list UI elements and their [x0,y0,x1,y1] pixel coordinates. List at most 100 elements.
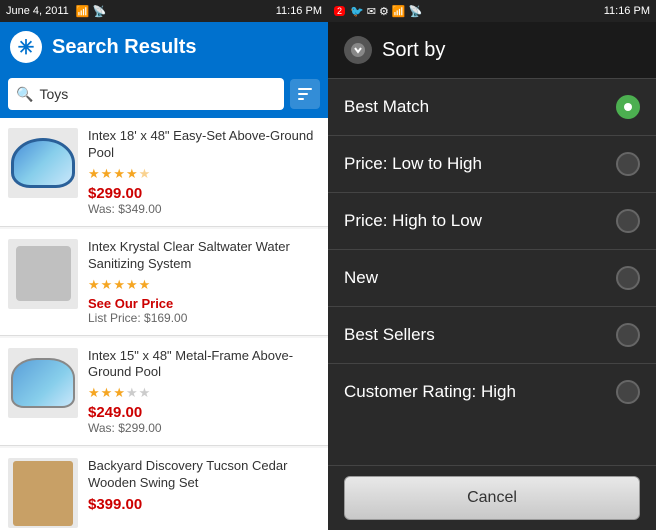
search-input[interactable]: Toys [39,86,68,102]
right-status-bar: 2 🐦 ✉ ⚙ 📶 📡 11:16 PM [328,0,656,22]
swing-image [13,461,73,526]
sort-option-label-customer-rating: Customer Rating: High [344,382,516,402]
twitter-icon: 🐦 [350,5,364,18]
product-name-1: Intex 18' x 48" Easy-Set Above-Ground Po… [88,128,320,162]
product-name-2: Intex Krystal Clear Saltwater Water Sani… [88,239,320,273]
right-time-text: 11:16 PM [604,5,650,17]
left-status-bar: June 4, 2011 📶 📡 11:16 PM [0,0,328,22]
filter-line-3 [298,98,304,100]
wifi-icon: 📡 [93,5,107,18]
list-item[interactable]: Intex 18' x 48" Easy-Set Above-Ground Po… [0,118,328,227]
list-item[interactable]: Intex 15" x 48" Metal-Frame Above-Ground… [0,338,328,447]
sort-options-list: Best Match Price: Low to High Price: Hig… [328,79,656,465]
left-time-text: 11:16 PM [276,5,322,17]
product-stars-2: ★ ★ ★ ★ ★ [88,277,320,293]
mail-icon: ✉ [367,5,376,18]
product-image-1 [8,128,78,198]
product-info-3: Intex 15" x 48" Metal-Frame Above-Ground… [88,348,320,436]
star-1: ★ [88,166,100,182]
left-status-time-area: 11:16 PM [276,5,322,17]
star-5-half: ★ [139,166,151,182]
product-price-1: $299.00 [88,185,320,202]
date-text: June 4, 2011 [6,5,69,17]
sort-option-price-low-high[interactable]: Price: Low to High [328,136,656,193]
star3-2: ★ [101,385,113,401]
right-status-time-area: 11:16 PM [604,5,650,17]
sort-chevron-icon [350,42,366,58]
star2-4: ★ [126,277,138,293]
star3-4: ★ [126,385,138,401]
filter-line-2 [298,93,308,95]
cancel-btn-row: Cancel [328,465,656,530]
product-price-see-2: See Our Price [88,296,320,311]
sort-title: Sort by [382,39,445,62]
left-panel: June 4, 2011 📶 📡 11:16 PM ✳ Search Resul… [0,0,328,530]
star2-1: ★ [88,277,100,293]
star3-1: ★ [88,385,100,401]
filter-button[interactable] [290,79,320,109]
product-image-4 [8,458,78,528]
sort-option-best-sellers[interactable]: Best Sellers [328,307,656,364]
star-3: ★ [113,166,125,182]
product-info-2: Intex Krystal Clear Saltwater Water Sani… [88,239,320,325]
product-name-4: Backyard Discovery Tucson Cedar Wooden S… [88,458,320,492]
left-header: ✳ Search Results [0,22,328,72]
sort-option-new[interactable]: New [328,250,656,307]
right-panel: 2 🐦 ✉ ⚙ 📶 📡 11:16 PM So [328,0,656,530]
product-name-3: Intex 15" x 48" Metal-Frame Above-Ground… [88,348,320,382]
sort-option-price-high-low[interactable]: Price: High to Low [328,193,656,250]
page-title: Search Results [52,36,197,59]
product-image-2 [8,239,78,309]
radio-new [616,266,640,290]
radio-best-match [616,95,640,119]
sort-option-label-high-low: Price: High to Low [344,211,482,231]
walmart-star-icon: ✳ [18,35,35,60]
product-price-3: $249.00 [88,404,320,421]
sort-modal: Sort by Best Match Price: Low to High Pr… [328,22,656,530]
radio-price-high-low [616,209,640,233]
star3-3: ★ [113,385,125,401]
walmart-logo: ✳ [10,31,42,63]
search-icon: 🔍 [16,86,33,103]
star-2: ★ [101,166,113,182]
sort-header: Sort by [328,22,656,79]
star-4: ★ [126,166,138,182]
star2-5: ★ [139,277,151,293]
product-stars-1: ★ ★ ★ ★ ★ [88,166,320,182]
search-bar: 🔍 Toys [0,72,328,118]
list-item[interactable]: Intex Krystal Clear Saltwater Water Sani… [0,229,328,336]
product-price-list-2: List Price: $169.00 [88,311,320,325]
signal-icon: 📶 [76,5,90,18]
product-price-was-1: Was: $349.00 [88,202,320,216]
notification-badge: 2 [334,6,345,16]
sort-option-label-best-sellers: Best Sellers [344,325,435,345]
sort-icon [344,36,372,64]
product-list: Intex 18' x 48" Easy-Set Above-Ground Po… [0,118,328,530]
product-stars-3: ★ ★ ★ ★ ★ [88,385,320,401]
sort-option-label-low-high: Price: Low to High [344,154,482,174]
search-input-wrapper[interactable]: 🔍 Toys [8,78,284,110]
product-info-4: Backyard Discovery Tucson Cedar Wooden S… [88,458,320,513]
star2-2: ★ [101,277,113,293]
pump-image [16,246,71,301]
wifi-icon-right: 📡 [409,5,423,18]
cancel-button[interactable]: Cancel [344,476,640,520]
product-info-1: Intex 18' x 48" Easy-Set Above-Ground Po… [88,128,320,216]
star2-3: ★ [113,277,125,293]
left-status-date: June 4, 2011 📶 📡 [6,5,106,18]
filter-line-1 [298,88,312,90]
product-price-was-3: Was: $299.00 [88,421,320,435]
list-item[interactable]: Backyard Discovery Tucson Cedar Wooden S… [0,448,328,530]
signal-icon-right: 📶 [392,5,406,18]
sort-option-label-best-match: Best Match [344,97,429,117]
sort-option-label-new: New [344,268,378,288]
product-image-3 [8,348,78,418]
sort-option-best-match[interactable]: Best Match [328,79,656,136]
right-status-icons: 2 🐦 ✉ ⚙ 📶 📡 [334,5,422,18]
filter-lines-icon [298,88,312,100]
sort-option-customer-rating[interactable]: Customer Rating: High [328,364,656,420]
radio-customer-rating [616,380,640,404]
settings-icon: ⚙ [379,5,389,18]
metal-pool-image [11,358,75,408]
product-price-4: $399.00 [88,496,320,513]
